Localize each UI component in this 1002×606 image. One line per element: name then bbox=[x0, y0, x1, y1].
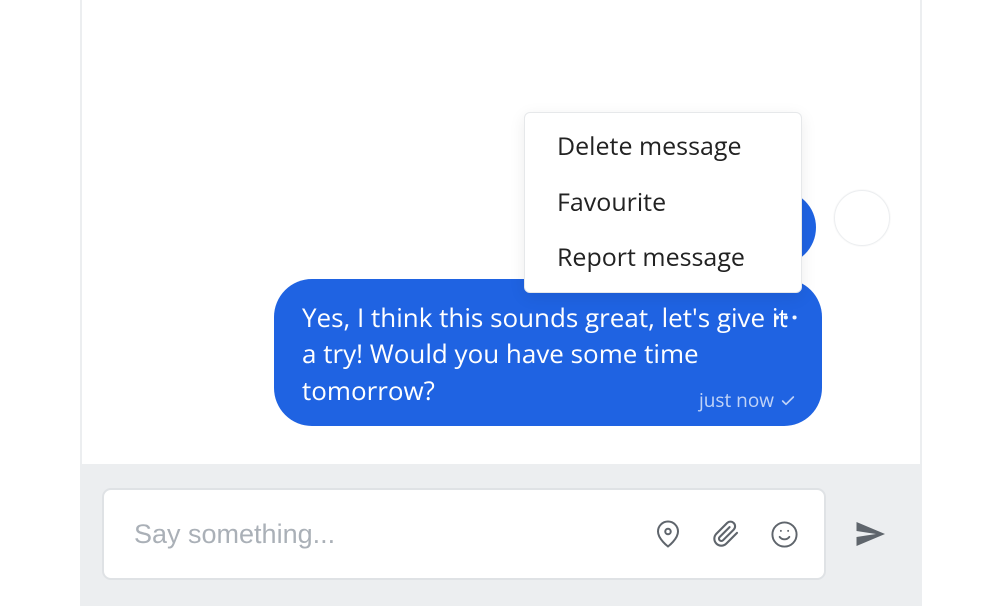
menu-item-delete[interactable]: Delete message bbox=[525, 119, 801, 175]
emoji-icon[interactable] bbox=[768, 518, 800, 550]
context-menu: Delete message Favourite Report message bbox=[524, 112, 802, 293]
location-icon[interactable] bbox=[652, 518, 684, 550]
attachment-icon[interactable] bbox=[710, 518, 742, 550]
more-icon[interactable]: ··· bbox=[773, 301, 800, 335]
send-button[interactable] bbox=[846, 510, 894, 558]
check-icon bbox=[780, 393, 796, 409]
avatar[interactable] bbox=[834, 190, 890, 246]
composer-icons bbox=[652, 518, 800, 550]
message-input[interactable] bbox=[134, 519, 652, 550]
chat-container: ··· Yes, I think this sounds great, let'… bbox=[80, 0, 922, 606]
message-meta: just now bbox=[699, 387, 796, 414]
menu-item-report[interactable]: Report message bbox=[525, 230, 801, 286]
message-bubble: ··· Yes, I think this sounds great, let'… bbox=[274, 279, 822, 426]
composer-input-wrap bbox=[102, 488, 826, 580]
message-timestamp: just now bbox=[699, 387, 774, 414]
message-row: ··· Yes, I think this sounds great, let'… bbox=[112, 279, 890, 426]
menu-item-favourite[interactable]: Favourite bbox=[525, 175, 801, 231]
composer-bar bbox=[82, 464, 920, 606]
messages-area: ··· Yes, I think this sounds great, let'… bbox=[82, 0, 920, 464]
